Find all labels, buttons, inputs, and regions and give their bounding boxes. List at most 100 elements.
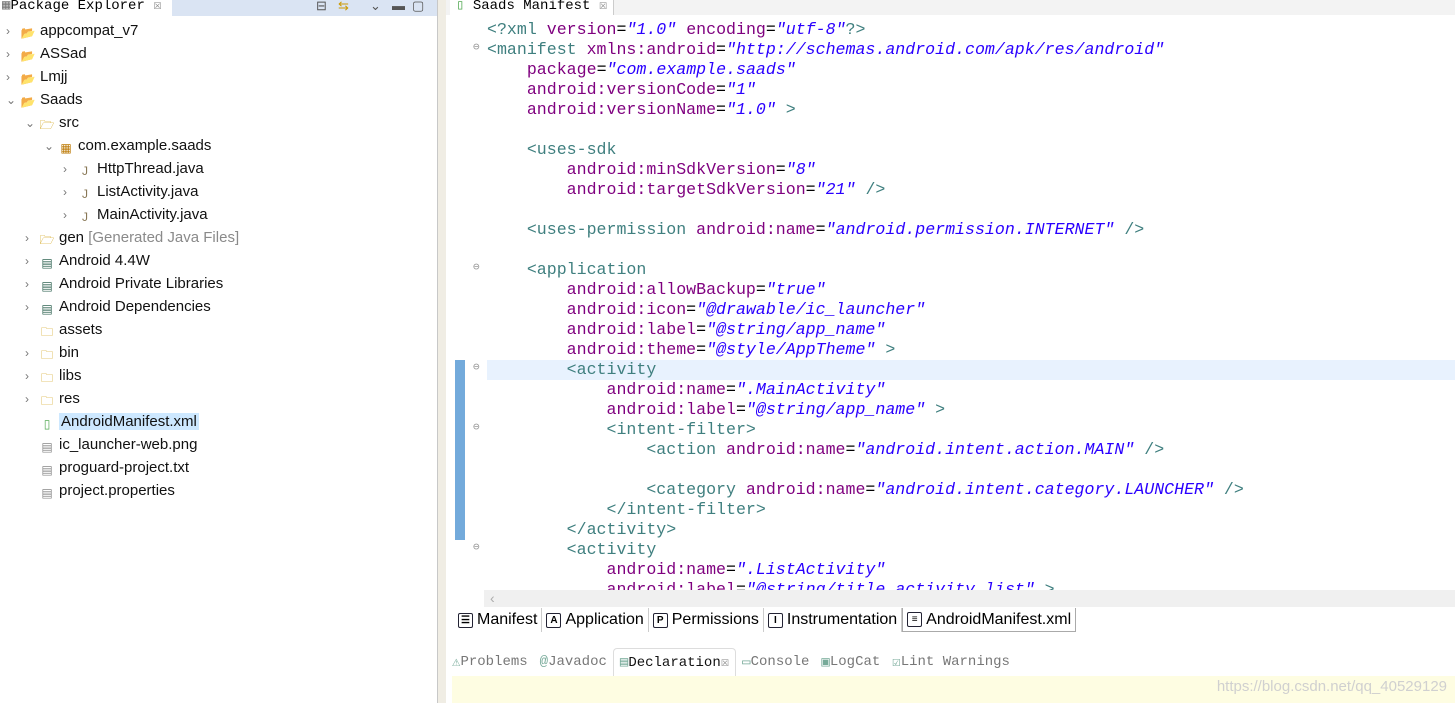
scroll-left-icon[interactable]: ‹ (490, 590, 495, 606)
tab-package-explorer[interactable]: ▦Package Explorer ☒ (0, 0, 172, 16)
tree-item[interactable]: › J MainActivity.java (63, 204, 208, 226)
code-line[interactable]: </activity> (487, 520, 1455, 540)
code-line[interactable]: android:name=".MainActivity" (487, 380, 1455, 400)
page-tab-androidmanifest-xml[interactable]: ≡ AndroidManifest.xml (902, 608, 1077, 632)
close-icon[interactable]: ☒ (153, 0, 161, 14)
code-line[interactable]: android:label="@string/app_name" > (487, 400, 1455, 420)
tree-item[interactable]: › ▤ Android Private Libraries (25, 273, 223, 295)
code-line[interactable] (487, 460, 1455, 480)
fold-toggle-icon[interactable]: ⊖ (473, 40, 480, 54)
tree-item[interactable]: ▤ ic_launcher-web.png (25, 434, 197, 456)
xml-attribute: android:label (566, 320, 697, 339)
tree-item[interactable]: › 🗀 res (25, 388, 80, 410)
minimize-icon[interactable]: ▬ (392, 0, 405, 13)
tree-item[interactable]: › ▤ Android 4.4W (25, 250, 150, 272)
expand-arrow-icon[interactable]: › (25, 365, 39, 387)
expand-arrow-icon[interactable]: › (6, 20, 20, 42)
fold-toggle-icon[interactable]: ⊖ (473, 420, 480, 434)
file-icon: ▤ (41, 486, 53, 500)
close-icon[interactable]: ☒ (721, 654, 729, 671)
page-tab-instrumentation[interactable]: I Instrumentation (764, 608, 903, 632)
code-line[interactable] (487, 120, 1455, 140)
tree-item[interactable]: › 🗀 libs (25, 365, 82, 387)
code-line[interactable]: <uses-permission android:name="android.p… (487, 220, 1455, 240)
expand-arrow-icon[interactable]: › (25, 273, 39, 295)
code-line[interactable]: android:versionName="1.0" > (487, 100, 1455, 120)
tree-item[interactable]: ⌄ ▦ com.example.saads (44, 135, 211, 157)
horizontal-scrollbar[interactable]: ‹ (484, 590, 1455, 607)
expand-arrow-icon[interactable]: › (63, 204, 77, 226)
view-tab-logcat[interactable]: ▣ LogCat (815, 648, 886, 676)
code-line[interactable]: ⊖ <activity (473, 360, 1455, 380)
tree-item[interactable]: › 📂 appcompat_v7 (6, 20, 138, 42)
tree-item[interactable]: ▤ project.properties (25, 480, 175, 502)
code-line[interactable]: android:versionCode="1" (487, 80, 1455, 100)
expand-arrow-icon[interactable]: › (25, 342, 39, 364)
code-area[interactable]: <?xml version="1.0" encoding="utf-8"?> ⊖ <… (446, 20, 1455, 590)
code-line[interactable]: </intent-filter> (487, 500, 1455, 520)
maximize-icon[interactable]: ▢ (412, 0, 424, 14)
expand-arrow-icon[interactable]: › (6, 66, 20, 88)
tree-item[interactable]: ⌄ 📂 Saads (6, 89, 83, 111)
tab-saads-manifest[interactable]: ▯ Saads Manifest ☒ (450, 0, 615, 15)
view-tab-javadoc[interactable]: @ Javadoc (534, 648, 613, 676)
expand-arrow-icon[interactable]: › (25, 296, 39, 318)
code-line[interactable]: ⊖ <application (473, 260, 1455, 280)
fold-toggle-icon[interactable]: ⊖ (473, 540, 480, 554)
page-tab-application[interactable]: A Application (542, 608, 649, 632)
code-line[interactable]: android:label="@string/app_name" (487, 320, 1455, 340)
expand-arrow-icon[interactable]: › (63, 158, 77, 180)
code-line[interactable]: package="com.example.saads" (487, 60, 1455, 80)
code-line[interactable]: android:icon="@drawable/ic_launcher" (487, 300, 1455, 320)
splitter[interactable] (438, 0, 446, 703)
code-line[interactable]: android:minSdkVersion="8" (487, 160, 1455, 180)
tree-item[interactable]: › 📂 Lmjj (6, 66, 68, 88)
fold-toggle-icon[interactable]: ⊖ (473, 360, 480, 374)
fold-toggle-icon[interactable]: ⊖ (473, 260, 480, 274)
page-tab-manifest[interactable]: ☰ Manifest (454, 608, 543, 632)
view-tab-console[interactable]: ▭ Console (736, 648, 815, 676)
tree-item[interactable]: ▤ proguard-project.txt (25, 457, 189, 479)
code-line[interactable]: <action android:name="android.intent.act… (487, 440, 1455, 460)
expand-arrow-icon[interactable]: › (6, 43, 20, 65)
expand-arrow-icon[interactable]: › (25, 227, 39, 249)
view-tab-lint-warnings[interactable]: ☑ Lint Warnings (886, 648, 1016, 676)
expand-arrow-icon[interactable]: ⌄ (25, 112, 39, 134)
tree-item[interactable]: › 🗁 gen [Generated Java Files] (25, 227, 239, 249)
tree-item[interactable]: › 🗀 bin (25, 342, 79, 364)
code-line[interactable] (487, 200, 1455, 220)
expand-arrow-icon[interactable]: › (25, 250, 39, 272)
code-line[interactable]: ⊖ <activity (473, 540, 1455, 560)
code-line[interactable]: android:label="@string/title_activity_li… (487, 580, 1455, 590)
code-line[interactable] (487, 240, 1455, 260)
expand-arrow-icon[interactable]: ⌄ (6, 89, 20, 111)
tree-item[interactable]: 🗀 assets (25, 319, 102, 341)
code-line[interactable]: android:allowBackup="true" (487, 280, 1455, 300)
code-line[interactable]: <?xml version="1.0" encoding="utf-8"?> (487, 20, 1455, 40)
tree-item[interactable]: › J ListActivity.java (63, 181, 198, 203)
expand-arrow-icon[interactable]: ⌄ (44, 135, 58, 157)
expand-arrow-icon[interactable]: › (63, 181, 77, 203)
tree-item[interactable]: ⌄ 🗁 src (25, 112, 79, 134)
view-menu-icon[interactable]: ⌄ (370, 0, 381, 14)
tree-item[interactable]: › 📂 ASSad (6, 43, 87, 65)
close-icon[interactable]: ☒ (599, 0, 607, 14)
code-line[interactable]: android:targetSdkVersion="21" /> (487, 180, 1455, 200)
tree-item[interactable]: › J HttpThread.java (63, 158, 204, 180)
code-line[interactable]: ⊖ <intent-filter> (473, 420, 1455, 440)
code-line[interactable]: android:theme="@style/AppTheme" > (487, 340, 1455, 360)
xml-tag: <?xml (487, 20, 547, 39)
collapse-all-icon[interactable]: ⊟ (316, 0, 327, 14)
code-line[interactable]: ⊖ <manifest xmlns:android="http://schemas… (473, 40, 1455, 60)
page-tab-permissions[interactable]: P Permissions (649, 608, 764, 632)
xml-equals: = (686, 300, 697, 319)
code-line[interactable]: android:name=".ListActivity" (487, 560, 1455, 580)
tree-item[interactable]: › ▤ Android Dependencies (25, 296, 211, 318)
view-tab-declaration[interactable]: ▤ Declaration ☒ (612, 647, 737, 677)
expand-arrow-icon[interactable]: › (25, 388, 39, 410)
code-line[interactable]: <category android:name="android.intent.c… (487, 480, 1455, 500)
tree-item[interactable]: ▯ AndroidManifest.xml (25, 411, 199, 433)
code-line[interactable]: <uses-sdk (487, 140, 1455, 160)
link-editor-icon[interactable]: ⇆ (338, 0, 349, 14)
view-tab-problems[interactable]: ⚠ Problems (446, 648, 534, 676)
